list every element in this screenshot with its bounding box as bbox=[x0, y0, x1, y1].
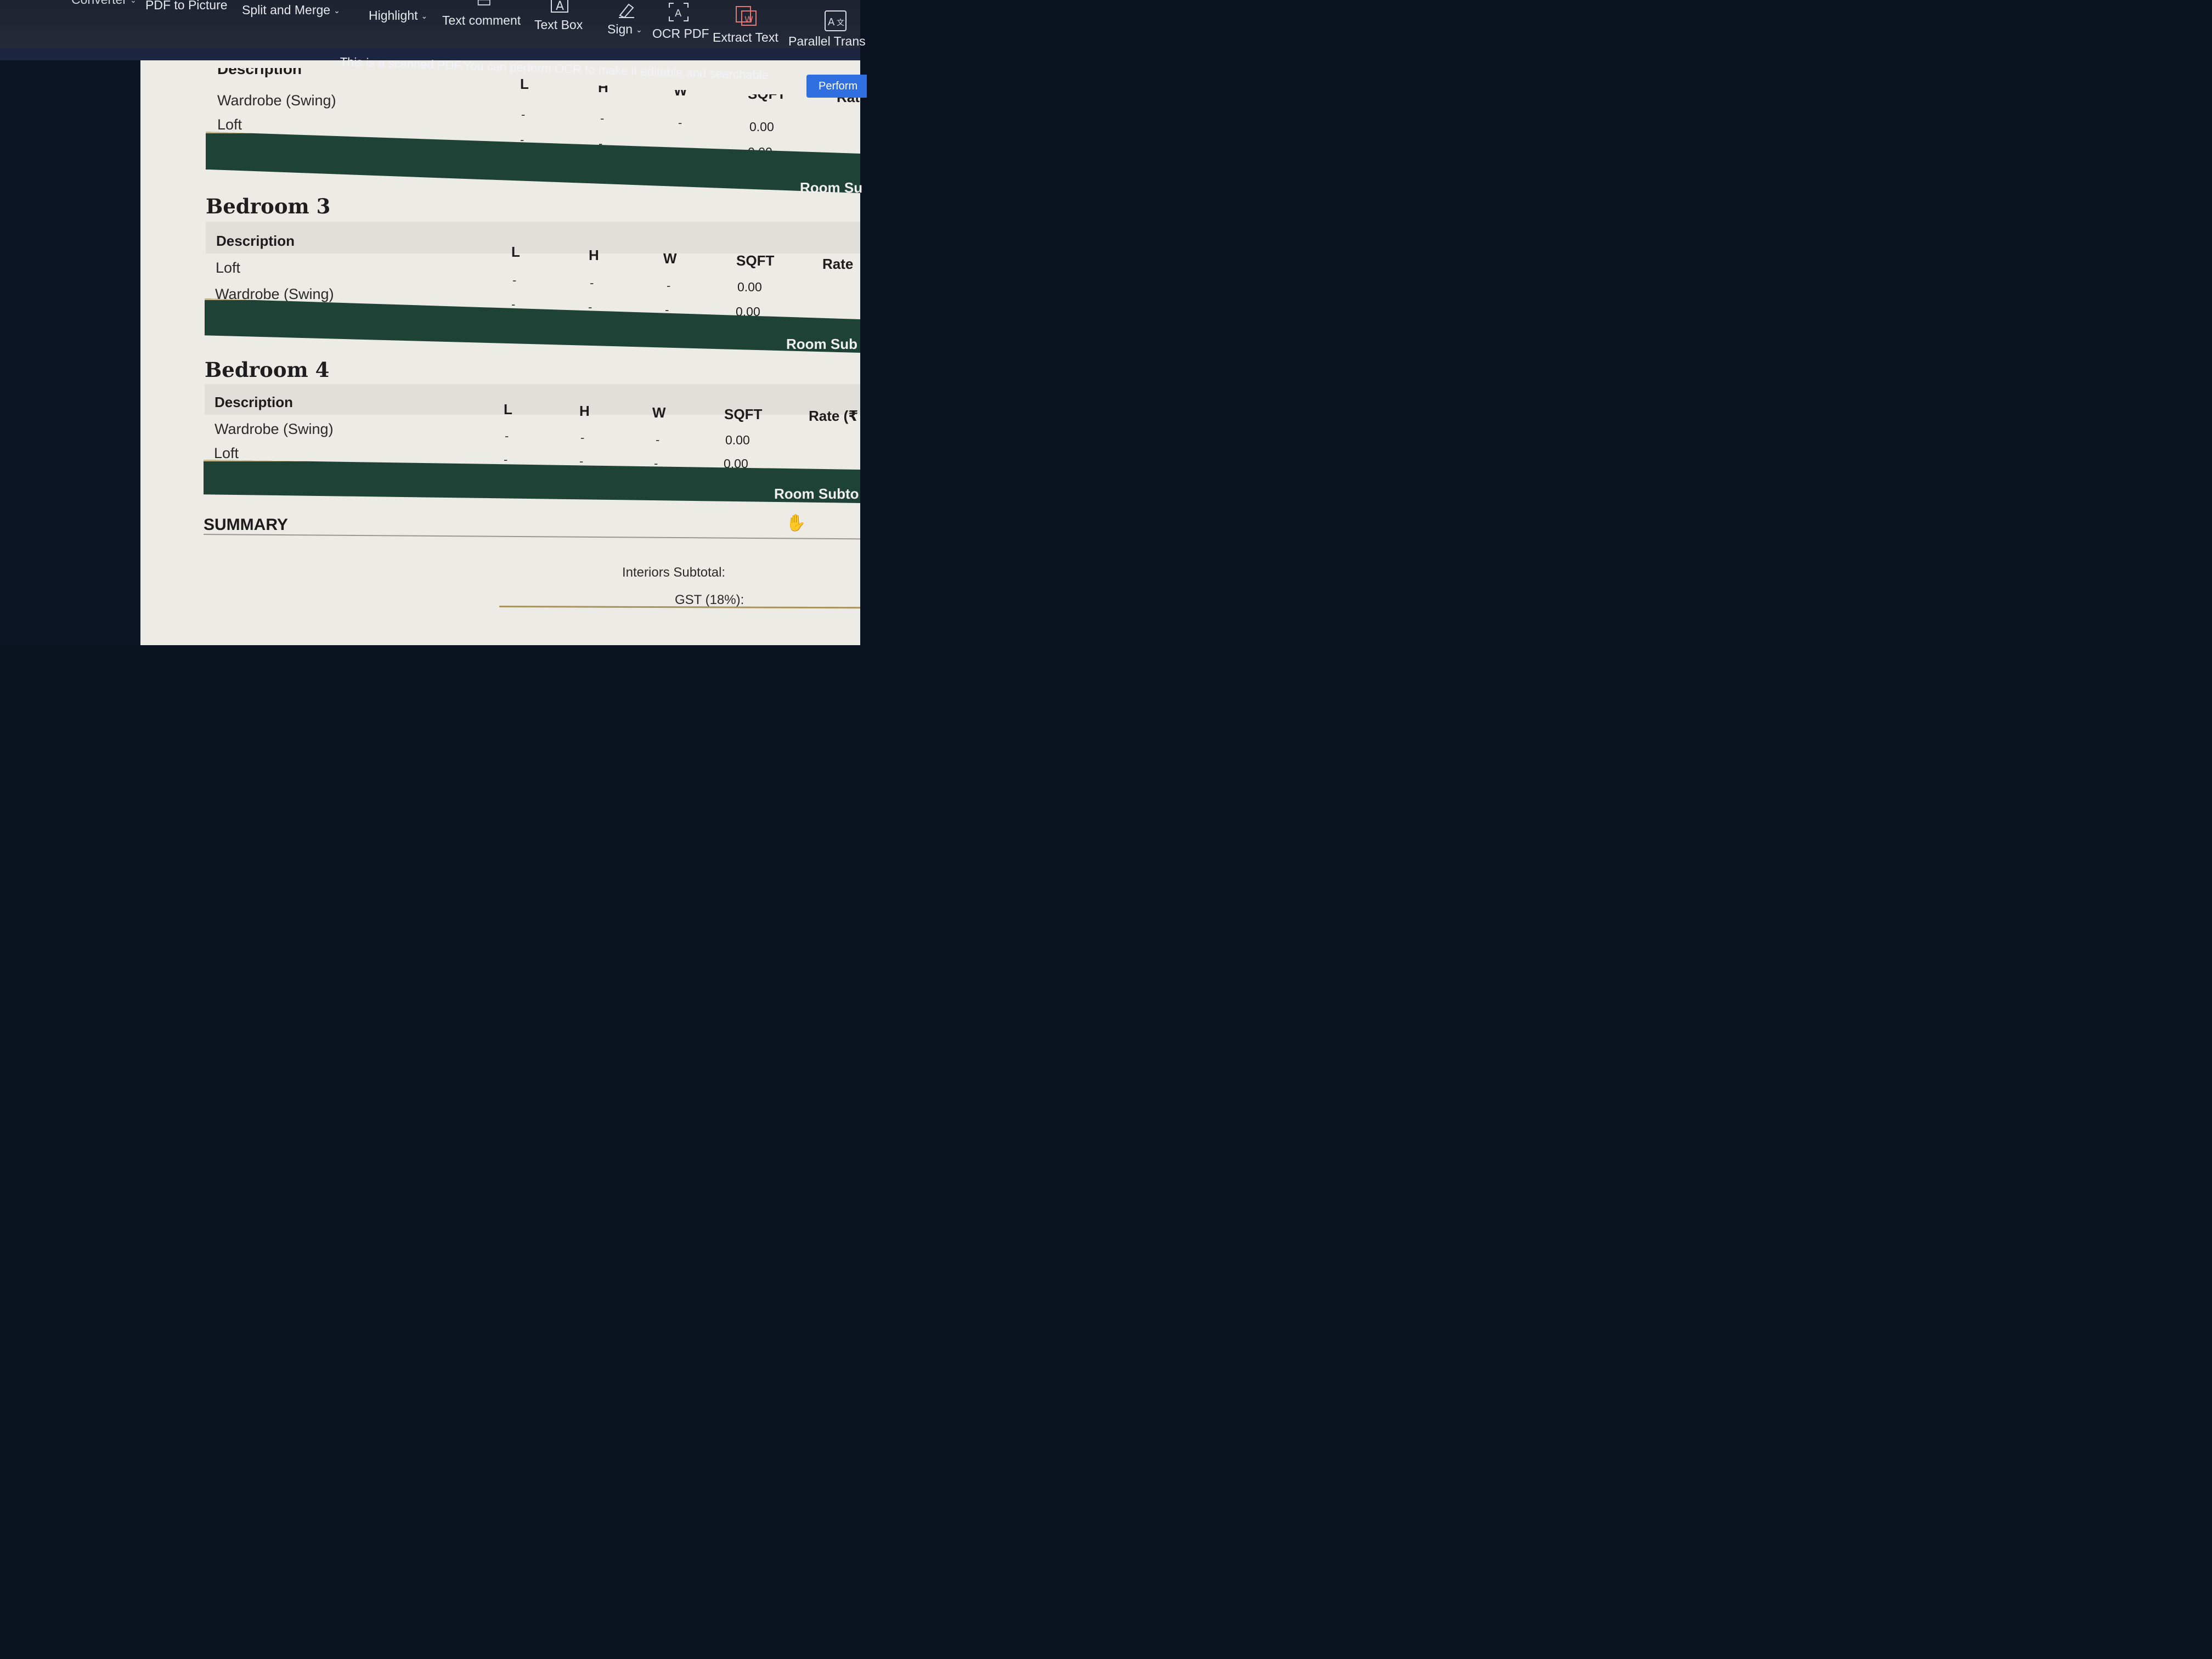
sign-menu[interactable]: Sign ⌄ bbox=[607, 22, 642, 37]
bedroom-3-col-rate: Rate bbox=[822, 256, 854, 272]
bedroom-4-col-l: L bbox=[504, 401, 512, 417]
text-box-button[interactable]: Text Box bbox=[534, 18, 583, 32]
bedroom-3-row-desc: Loft bbox=[216, 259, 241, 276]
extract-text-button[interactable]: Extract Text bbox=[713, 30, 778, 45]
text-comment-icon: ▭ bbox=[476, 0, 492, 10]
left-sidebar bbox=[0, 60, 140, 645]
highlight-menu[interactable]: Highlight ⌄ bbox=[369, 8, 427, 23]
text-box-icon: A bbox=[550, 0, 569, 13]
ocr-pdf-icon: A bbox=[668, 2, 689, 22]
top-toolbar: Converter⌄ PDF to Picture Split and Merg… bbox=[0, 0, 866, 55]
bedroom-3-col-l: L bbox=[511, 244, 520, 260]
top-row-h: - bbox=[600, 111, 605, 125]
bedroom-3-col-h: H bbox=[589, 247, 599, 263]
top-row-sqft: 0.00 bbox=[749, 120, 774, 134]
bedroom-4-row-sqft: 0.00 bbox=[725, 433, 750, 447]
top-row-w: - bbox=[678, 116, 682, 129]
bedroom-4-room-subtotal-label: Room Subto bbox=[774, 486, 859, 502]
bedroom-3-header-strip bbox=[206, 222, 860, 253]
bedroom-4-col-description: Description bbox=[215, 394, 294, 410]
pdf-to-picture-button[interactable]: PDF to Picture bbox=[145, 0, 228, 13]
bedroom-4-row-l: - bbox=[505, 429, 509, 443]
top-row-desc: Wardrobe (Swing) bbox=[217, 92, 336, 109]
bedroom-3-col-description: Description bbox=[216, 233, 295, 249]
bedroom-4-row-h: - bbox=[580, 431, 585, 444]
hand-cursor-icon: ✋ bbox=[786, 514, 806, 532]
bedroom-4-col-w: W bbox=[652, 404, 666, 421]
bedroom-3-col-sqft: SQFT bbox=[736, 252, 775, 269]
bedroom-4-title: Bedroom 4 bbox=[205, 358, 330, 382]
bedroom-3-row-w: - bbox=[667, 279, 671, 292]
converter-menu[interactable]: Converter⌄ bbox=[71, 0, 137, 7]
split-merge-menu[interactable]: Split and Merge ⌄ bbox=[242, 3, 340, 18]
svg-text:W: W bbox=[744, 14, 753, 25]
top-row-l: - bbox=[521, 108, 526, 121]
perform-ocr-button[interactable]: Perform bbox=[806, 75, 867, 98]
bedroom-4-col-h: H bbox=[579, 403, 590, 419]
bedroom-3-row-h: - bbox=[590, 276, 594, 290]
svg-text:A: A bbox=[828, 16, 835, 28]
svg-text:A: A bbox=[675, 8, 682, 19]
parallel-translate-icon: A文 bbox=[824, 10, 847, 32]
bedroom-3-row-l: - bbox=[512, 273, 517, 287]
svg-text:文: 文 bbox=[837, 19, 844, 27]
bedroom-4-col-rate: Rate (₹ bbox=[809, 408, 859, 424]
parallel-translate-button[interactable]: Parallel Trans bbox=[788, 34, 866, 49]
summary-title: SUMMARY bbox=[204, 516, 288, 534]
ocr-pdf-button[interactable]: OCR PDF bbox=[652, 26, 709, 41]
bedroom-3-row-sqft: 0.00 bbox=[737, 280, 762, 294]
gst-label: GST (18%): bbox=[675, 592, 744, 607]
extract-text-icon: W bbox=[735, 5, 757, 26]
sign-icon bbox=[617, 1, 635, 19]
bedroom-4-row-w: - bbox=[656, 433, 660, 447]
bedroom-3-title: Bedroom 3 bbox=[206, 194, 331, 218]
interiors-subtotal-label: Interiors Subtotal: bbox=[622, 565, 726, 580]
bedroom-3-room-subtotal-label: Room Sub bbox=[786, 336, 857, 352]
top-room-subtotal-label: Room Su bbox=[800, 179, 863, 196]
bedroom-3-col-w: W bbox=[663, 250, 677, 267]
svg-text:A: A bbox=[556, 0, 564, 13]
bedroom-4-row-desc: Wardrobe (Swing) bbox=[215, 421, 334, 437]
bedroom-4-col-sqft: SQFT bbox=[724, 406, 763, 422]
text-comment-button[interactable]: Text comment bbox=[442, 13, 521, 28]
top-row-desc: Loft bbox=[217, 116, 242, 133]
bedroom-4-row-desc: Loft bbox=[214, 445, 239, 461]
